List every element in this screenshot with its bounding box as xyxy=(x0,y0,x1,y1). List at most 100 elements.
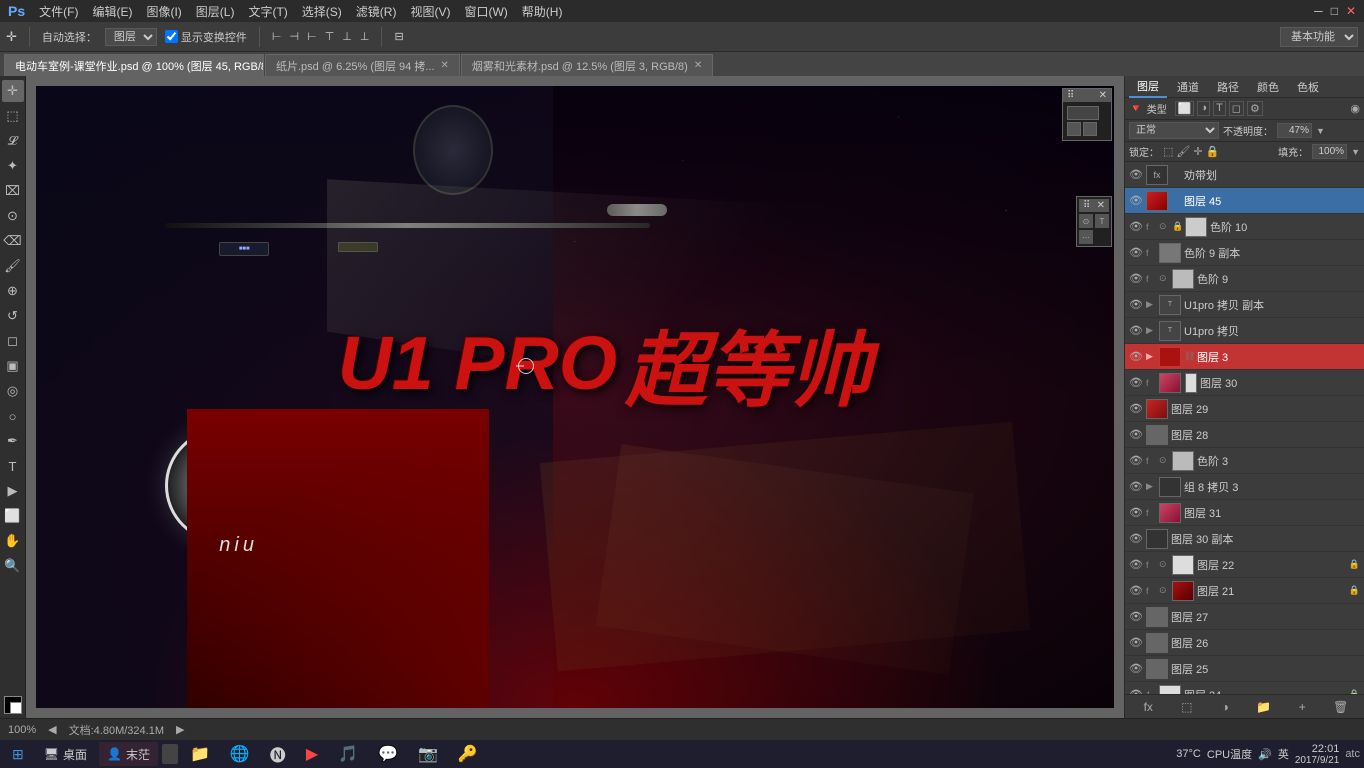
layer-item-3[interactable]: 👁 ▶ ⛓ 图层 3 xyxy=(1125,344,1364,370)
layer-eye-7[interactable]: 👁 xyxy=(1129,350,1143,363)
browser-button[interactable]: 🌐 xyxy=(222,742,258,766)
app3-button[interactable]: ▶ xyxy=(298,742,326,766)
magic-wand-tool[interactable]: ✦ xyxy=(2,155,24,177)
delete-layer-button[interactable]: 🗑 xyxy=(1331,698,1351,716)
panel-tab-paths[interactable]: 路径 xyxy=(1209,77,1247,97)
lock-transparent-icon[interactable]: ⬚ xyxy=(1163,145,1173,158)
align-top-icon[interactable]: ⊤ xyxy=(325,30,335,43)
tab-1[interactable]: 纸片.psd @ 6.25% (图层 94 拷... ✕ xyxy=(265,54,460,76)
layer-eye-10[interactable]: 👁 xyxy=(1129,428,1143,441)
crop-tool[interactable]: ⌧ xyxy=(2,180,24,202)
history-brush-tool[interactable]: ↺ xyxy=(2,305,24,327)
align-center-icon[interactable]: ⊣ xyxy=(290,30,300,43)
layer-eye-19[interactable]: 👁 xyxy=(1129,662,1143,675)
dodge-tool[interactable]: ○ xyxy=(2,405,24,427)
panel-tab-swatches[interactable]: 色板 xyxy=(1289,77,1327,97)
layer-item-group8-copy3[interactable]: 👁 ▶ 组 8 拷贝 3 xyxy=(1125,474,1364,500)
app6-button[interactable]: 📷 xyxy=(410,742,446,766)
menu-image[interactable]: 图像(I) xyxy=(146,3,181,20)
layer-eye-5[interactable]: 👁 xyxy=(1129,298,1143,311)
align-left-icon[interactable]: ⊢ xyxy=(272,30,282,43)
float-icon3[interactable]: ⋯ xyxy=(1079,230,1093,244)
tab-1-close[interactable]: ✕ xyxy=(441,60,449,71)
canvas-area[interactable]: ■■■ niu xyxy=(26,76,1124,718)
layer-item-45[interactable]: 👁 图层 45 xyxy=(1125,188,1364,214)
blur-tool[interactable]: ◎ xyxy=(2,380,24,402)
align-middle-icon[interactable]: ⊥ xyxy=(342,30,352,43)
menu-layer[interactable]: 图层(L) xyxy=(196,3,235,20)
app7-button[interactable]: 🔑 xyxy=(450,742,486,766)
add-group-button[interactable]: 📁 xyxy=(1254,698,1274,716)
menu-filter[interactable]: 滤镜(R) xyxy=(356,3,397,20)
float-icon1[interactable]: ⊙ xyxy=(1079,214,1093,228)
layer-item-22[interactable]: 👁 f ⊙ 图层 22 🔒 xyxy=(1125,552,1364,578)
layer-eye-15[interactable]: 👁 xyxy=(1129,558,1143,571)
tab-2[interactable]: 烟雾和光素材.psd @ 12.5% (图层 3, RGB/8) ✕ xyxy=(461,54,713,76)
layer-item-31[interactable]: 👁 f 图层 31 xyxy=(1125,500,1364,526)
desktop-button[interactable]: 🖥 桌面 xyxy=(36,742,95,766)
layer-item-u1pro-copy[interactable]: 👁 ▶ T U1pro 拷贝 xyxy=(1125,318,1364,344)
layer-item-30[interactable]: 👁 f 图层 30 xyxy=(1125,370,1364,396)
filter-pixel-icon[interactable]: ⬜ xyxy=(1175,101,1195,116)
arrow-right[interactable]: ▶ xyxy=(176,723,184,736)
gradient-tool[interactable]: ▣ xyxy=(2,355,24,377)
layer-eye-16[interactable]: 👁 xyxy=(1129,584,1143,597)
lock-all-icon[interactable]: 🔒 xyxy=(1206,145,1220,158)
layer-eye-18[interactable]: 👁 xyxy=(1129,636,1143,649)
panel-tab-layers[interactable]: 图层 xyxy=(1129,76,1167,98)
healing-brush-tool[interactable]: ⌫ xyxy=(2,230,24,252)
float-panel-btn2[interactable] xyxy=(1083,122,1097,136)
layer-item-30-copy[interactable]: 👁 图层 30 副本 xyxy=(1125,526,1364,552)
move-tool-icon[interactable]: ✛ xyxy=(6,29,17,45)
tab-2-close[interactable]: ✕ xyxy=(694,60,702,71)
select-tool[interactable]: ⬚ xyxy=(2,105,24,127)
layer-item-color-9-copy[interactable]: 👁 f 色阶 9 副本 xyxy=(1125,240,1364,266)
layer-item-27[interactable]: 👁 图层 27 xyxy=(1125,604,1364,630)
layer-item-26[interactable]: 👁 图层 26 xyxy=(1125,630,1364,656)
layer-eye-9[interactable]: 👁 xyxy=(1129,402,1143,415)
menu-file[interactable]: 文件(F) xyxy=(39,3,78,20)
layer-eye-1[interactable]: 👁 xyxy=(1129,194,1143,207)
menu-help[interactable]: 帮助(H) xyxy=(522,3,563,20)
clone-stamp-tool[interactable]: ⊕ xyxy=(2,280,24,302)
shape-tool[interactable]: ⬜ xyxy=(2,505,24,527)
user-button[interactable]: 👤 末茫 xyxy=(99,742,158,766)
taskbar-volume[interactable]: 🔊 xyxy=(1258,748,1272,761)
window-minimize[interactable]: ─ xyxy=(1314,4,1323,18)
layer-eye-13[interactable]: 👁 xyxy=(1129,506,1143,519)
panel-tab-channels[interactable]: 通道 xyxy=(1169,77,1207,97)
lock-pixels-icon[interactable]: 🖌 xyxy=(1176,145,1190,158)
filter-toggle[interactable]: ◉ xyxy=(1350,102,1360,115)
layer-item-21[interactable]: 👁 f ⊙ 图层 21 🔒 xyxy=(1125,578,1364,604)
add-layer-button[interactable]: + xyxy=(1292,698,1312,716)
float-panel-btn1[interactable] xyxy=(1067,122,1081,136)
layer-item-25[interactable]: 👁 图层 25 xyxy=(1125,656,1364,682)
pen-tool[interactable]: ✒ xyxy=(2,430,24,452)
panel-tab-color[interactable]: 颜色 xyxy=(1249,77,1287,97)
opacity-arrow[interactable]: ▼ xyxy=(1316,126,1325,136)
eraser-tool[interactable]: ◻ xyxy=(2,330,24,352)
layer-list[interactable]: 👁 fx 劝带划 👁 图层 45 👁 f ⊙ 🔒 xyxy=(1125,162,1364,694)
window-maximize[interactable]: □ xyxy=(1331,4,1338,18)
layer-item-29[interactable]: 👁 图层 29 xyxy=(1125,396,1364,422)
add-mask-button[interactable]: ⬚ xyxy=(1177,698,1197,716)
float-panel-close[interactable]: ✕ xyxy=(1099,90,1107,101)
menu-view[interactable]: 视图(V) xyxy=(410,3,450,20)
layer-item-24[interactable]: 👁 1 图层 24 🔒 xyxy=(1125,682,1364,694)
layer-eye-0[interactable]: 👁 xyxy=(1129,168,1143,181)
menu-window[interactable]: 窗口(W) xyxy=(464,3,507,20)
brush-tool[interactable]: 🖌 xyxy=(2,255,24,277)
zoom-tool[interactable]: 🔍 xyxy=(2,555,24,577)
filter-adjust-icon[interactable]: ◑ xyxy=(1197,101,1210,116)
layer-eye-3[interactable]: 👁 xyxy=(1129,246,1143,259)
layer-eye-11[interactable]: 👁 xyxy=(1129,454,1143,467)
path-select-tool[interactable]: ▶ xyxy=(2,480,24,502)
filter-text-icon[interactable]: T xyxy=(1213,101,1226,116)
move-tool[interactable]: ✛ xyxy=(2,80,24,102)
add-adjustment-button[interactable]: ◑ xyxy=(1215,698,1235,716)
foreground-color[interactable] xyxy=(4,696,22,714)
layer-eye-17[interactable]: 👁 xyxy=(1129,610,1143,623)
fill-input[interactable] xyxy=(1312,144,1347,159)
layer-eye-6[interactable]: 👁 xyxy=(1129,324,1143,337)
layer-eye-4[interactable]: 👁 xyxy=(1129,272,1143,285)
